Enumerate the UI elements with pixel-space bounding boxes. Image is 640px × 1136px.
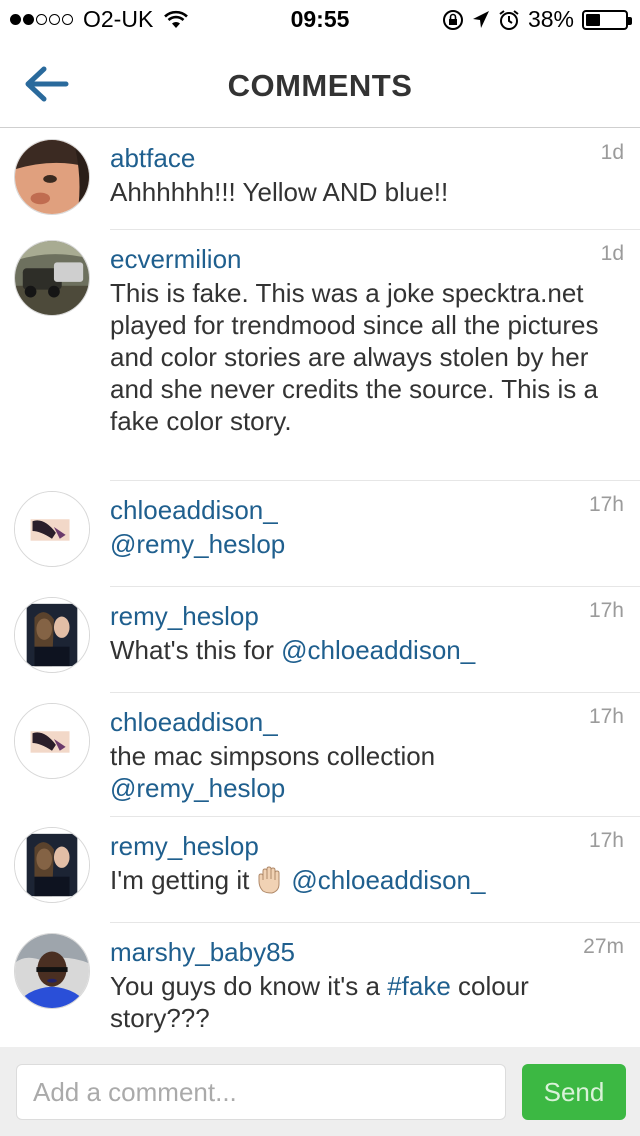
comment-input[interactable]	[16, 1064, 506, 1120]
comment-item: abtface 1d Ahhhhhh!!! Yellow AND blue!!	[0, 129, 640, 230]
comment-composer: Send	[0, 1047, 640, 1136]
comment-text-body: You guys do know it's a	[110, 971, 388, 1001]
comment-text: This is fake. This was a joke specktra.n…	[110, 278, 599, 436]
comment-timestamp: 17h	[588, 705, 624, 728]
comment-timestamp: 17h	[588, 829, 624, 852]
comment-item: chloeaddison_ 17h the mac simpsons colle…	[0, 693, 640, 817]
comment-username[interactable]: chloeaddison_	[110, 493, 610, 527]
comment-timestamp: 27m	[583, 935, 624, 958]
comment-username[interactable]: ecvermilion	[110, 242, 610, 276]
comment-username[interactable]: remy_heslop	[110, 599, 610, 633]
comment-timestamp: 1d	[600, 242, 624, 265]
raised-hand-icon	[258, 866, 280, 894]
comment-username[interactable]: abtface	[110, 141, 610, 175]
comment-username[interactable]: chloeaddison_	[110, 705, 610, 739]
avatar[interactable]	[14, 597, 90, 673]
comment-text: Ahhhhhh!!! Yellow AND blue!!	[110, 177, 449, 207]
comment-item: remy_heslop 17h I'm getting it @chloeaddi…	[0, 817, 640, 923]
navigation-header: COMMENTS	[0, 40, 640, 128]
comment-text: the mac simpsons collection @remy_heslop	[110, 740, 610, 804]
mention-link[interactable]: @remy_heslop	[110, 773, 285, 803]
comments-list[interactable]: abtface 1d Ahhhhhh!!! Yellow AND blue!! …	[0, 129, 640, 1047]
mention-link[interactable]: @chloeaddison_	[291, 865, 485, 895]
rotation-lock-icon	[442, 9, 463, 30]
comment-item: ecvermilion 1d This is fake. This was a …	[0, 230, 640, 481]
avatar[interactable]	[14, 827, 90, 903]
avatar[interactable]	[14, 139, 90, 215]
comment-text: I'm getting it @chloeaddison_	[110, 864, 610, 896]
battery-fill	[586, 13, 600, 26]
alarm-clock-icon	[499, 9, 519, 30]
avatar[interactable]	[14, 240, 90, 316]
comment-item: marshy_baby85 27m You guys do know it's …	[0, 923, 640, 1047]
hashtag-link[interactable]: #fake	[387, 971, 451, 1001]
comment-text: @remy_heslop	[110, 528, 610, 560]
comment-item: chloeaddison_ 17h @remy_heslop	[0, 481, 640, 587]
avatar[interactable]	[14, 703, 90, 779]
battery-percent: 38%	[527, 6, 574, 32]
comment-text: What's this for @chloeaddison_	[110, 634, 610, 666]
comment-item: remy_heslop 17h What's this for @chloead…	[0, 587, 640, 693]
comment-timestamp: 17h	[588, 599, 624, 622]
comment-text-body: I'm getting it	[110, 865, 250, 895]
comment-username[interactable]: marshy_baby85	[110, 935, 610, 969]
battery-icon	[582, 9, 632, 30]
location-arrow-icon	[472, 10, 489, 28]
comment-text-body: the mac simpsons collection	[110, 741, 436, 771]
status-bar: O2-UK 09:55 38%	[0, 0, 640, 40]
comment-username[interactable]: remy_heslop	[110, 829, 610, 863]
avatar[interactable]	[14, 933, 90, 1009]
send-button[interactable]: Send	[522, 1064, 626, 1120]
mention-link[interactable]: @remy_heslop	[110, 529, 285, 559]
status-bar-right: 38%	[442, 6, 632, 33]
comment-text-body: What's this for	[110, 635, 282, 665]
page-title: COMMENTS	[227, 68, 413, 103]
avatar[interactable]	[14, 491, 90, 567]
mention-link[interactable]: @chloeaddison_	[281, 635, 475, 665]
comment-text: You guys do know it's a #fake colour sto…	[110, 970, 610, 1034]
comment-timestamp: 17h	[588, 493, 624, 516]
comment-timestamp: 1d	[600, 141, 624, 164]
